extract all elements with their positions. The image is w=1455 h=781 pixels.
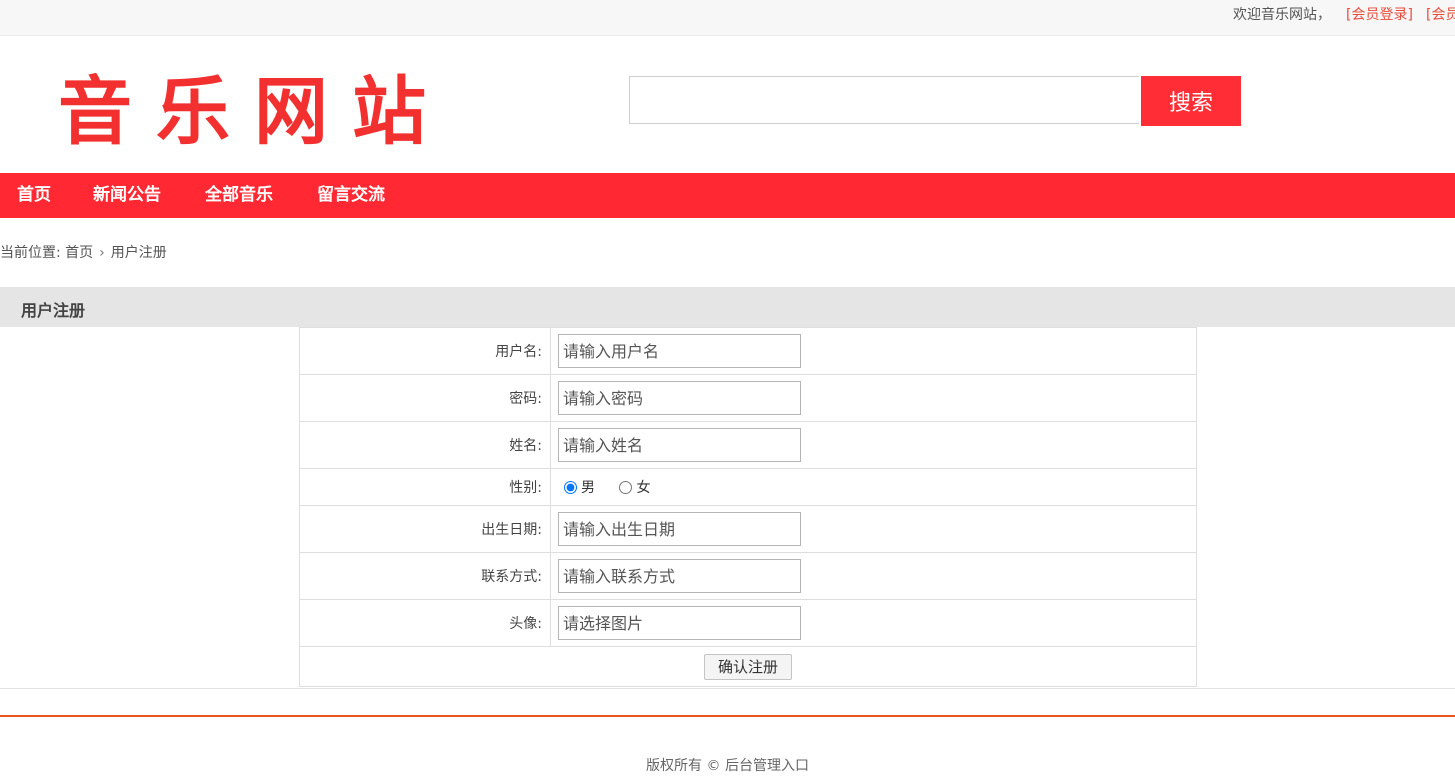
form-row-name: 姓名: bbox=[299, 421, 1197, 469]
nav-item-home[interactable]: 首页 bbox=[17, 173, 51, 218]
gender-radio-female[interactable] bbox=[619, 481, 633, 494]
breadcrumb-current: 用户注册 bbox=[110, 245, 167, 261]
gender-option-male-label: 男 bbox=[581, 480, 595, 496]
breadcrumb-separator-icon: › bbox=[99, 245, 105, 261]
top-bar: 欢迎音乐网站， [会员登录] [会员 bbox=[0, 0, 1455, 36]
form-row-gender: 性别: 男 女 bbox=[299, 468, 1197, 506]
form-row-submit: 确认注册 bbox=[299, 646, 1197, 687]
registration-form: 用户名: 密码: 姓名: 性别: 男 女 出生日期: 联系方式: 头像: 确认注… bbox=[299, 327, 1197, 687]
form-row-contact: 联系方式: bbox=[299, 552, 1197, 600]
gender-option-male[interactable]: 男 bbox=[558, 477, 595, 497]
birthdate-label: 出生日期: bbox=[299, 505, 551, 553]
site-logo[interactable]: 音乐网站 bbox=[58, 52, 450, 159]
form-row-birthdate: 出生日期: bbox=[299, 505, 1197, 553]
name-input[interactable] bbox=[558, 428, 801, 462]
breadcrumb: 当前位置: 首页 › 用户注册 bbox=[0, 242, 167, 262]
confirm-register-button[interactable]: 确认注册 bbox=[703, 653, 792, 680]
footer-divider bbox=[0, 715, 1455, 717]
footer-copyright[interactable]: 版权所有 © 后台管理入口 bbox=[0, 755, 1455, 775]
avatar-label: 头像: bbox=[299, 599, 551, 647]
breadcrumb-home[interactable]: 首页 bbox=[65, 245, 93, 261]
form-row-password: 密码: bbox=[299, 374, 1197, 422]
password-label: 密码: bbox=[299, 374, 551, 422]
form-row-avatar: 头像: bbox=[299, 599, 1197, 647]
search-input[interactable] bbox=[629, 76, 1139, 124]
name-label: 姓名: bbox=[299, 421, 551, 469]
welcome-text: 欢迎音乐网站， bbox=[1233, 7, 1331, 23]
avatar-input[interactable] bbox=[558, 606, 801, 640]
nav-item-all-music[interactable]: 全部音乐 bbox=[205, 173, 273, 218]
section-header: 用户注册 bbox=[0, 287, 1455, 327]
nav-item-messages[interactable]: 留言交流 bbox=[317, 173, 385, 218]
member-register-link[interactable]: [会员 bbox=[1426, 4, 1455, 24]
form-row-username: 用户名: bbox=[299, 327, 1197, 375]
username-label: 用户名: bbox=[299, 327, 551, 375]
nav-item-news[interactable]: 新闻公告 bbox=[93, 173, 161, 218]
section-divider bbox=[0, 688, 1455, 689]
section-title: 用户注册 bbox=[21, 301, 86, 320]
breadcrumb-prefix: 当前位置: bbox=[0, 245, 61, 261]
contact-label: 联系方式: bbox=[299, 552, 551, 600]
member-login-link[interactable]: [会员登录] bbox=[1346, 4, 1413, 24]
contact-input[interactable] bbox=[558, 559, 801, 593]
main-nav: 首页 新闻公告 全部音乐 留言交流 bbox=[0, 173, 1455, 218]
gender-option-female-label: 女 bbox=[636, 480, 651, 496]
gender-label: 性别: bbox=[299, 468, 551, 506]
birthdate-input[interactable] bbox=[558, 512, 801, 546]
gender-option-female[interactable]: 女 bbox=[613, 477, 650, 497]
password-input[interactable] bbox=[558, 381, 801, 415]
search-button[interactable]: 搜索 bbox=[1141, 76, 1241, 126]
username-input[interactable] bbox=[558, 334, 801, 368]
gender-radio-male[interactable] bbox=[564, 481, 577, 494]
